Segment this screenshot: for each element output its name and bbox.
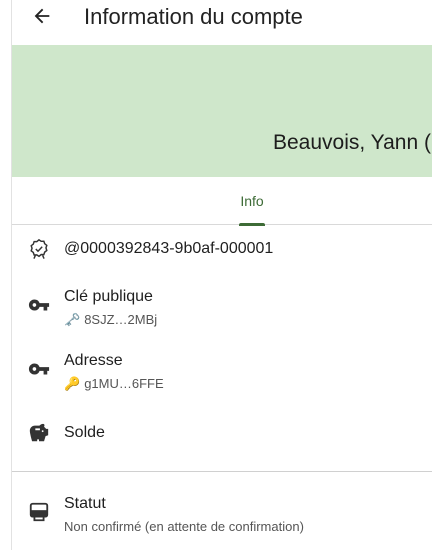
status-row[interactable]: Statut Non confirmé (en attente de confi… <box>12 486 432 542</box>
account-holder-name: Beauvois, Yann ( <box>273 131 431 154</box>
key-icon <box>28 294 50 316</box>
tab-info-label: Info <box>240 193 264 209</box>
public-key-text: 8SJZ…2MBj <box>84 312 158 327</box>
address-label: Adresse <box>64 352 123 369</box>
account-info-screen: Information du compte Beauvois, Yann ( I… <box>0 0 432 550</box>
profile-banner: Beauvois, Yann ( <box>12 45 432 177</box>
balance-row[interactable]: Solde <box>12 410 432 456</box>
card-reader-icon <box>28 501 50 523</box>
address-value: 🔑 g1MU…6FFE <box>64 376 164 392</box>
left-edge-divider <box>11 0 12 550</box>
tab-info[interactable]: Info <box>227 177 277 226</box>
status-value: Non confirmé (en attente de confirmation… <box>64 519 304 534</box>
address-row[interactable]: Adresse 🔑 g1MU…6FFE <box>12 344 432 400</box>
section-divider <box>12 471 432 472</box>
arrow-back-icon <box>31 5 53 32</box>
tab-bar: Info <box>12 177 432 226</box>
public-key-row[interactable]: Clé publique 🗝️ 8SJZ…2MBj <box>12 280 432 336</box>
balance-label: Solde <box>64 424 105 441</box>
public-key-label: Clé publique <box>64 288 153 305</box>
status-label: Statut <box>64 495 106 512</box>
key-emoji: 🔑 <box>64 376 81 391</box>
old-key-emoji: 🗝️ <box>64 312 81 327</box>
public-key-value: 🗝️ 8SJZ…2MBj <box>64 312 157 328</box>
piggy-bank-icon <box>28 422 50 444</box>
app-bar: Information du compte <box>12 0 432 45</box>
key-icon <box>28 358 50 380</box>
badge-icon <box>28 238 50 260</box>
back-button[interactable] <box>30 6 54 30</box>
address-text: g1MU…6FFE <box>84 376 164 391</box>
page-title: Information du compte <box>84 4 303 29</box>
uid-row[interactable]: @0000392843-9b0af-000001 <box>12 225 432 273</box>
uid-value: @0000392843-9b0af-000001 <box>64 240 274 257</box>
